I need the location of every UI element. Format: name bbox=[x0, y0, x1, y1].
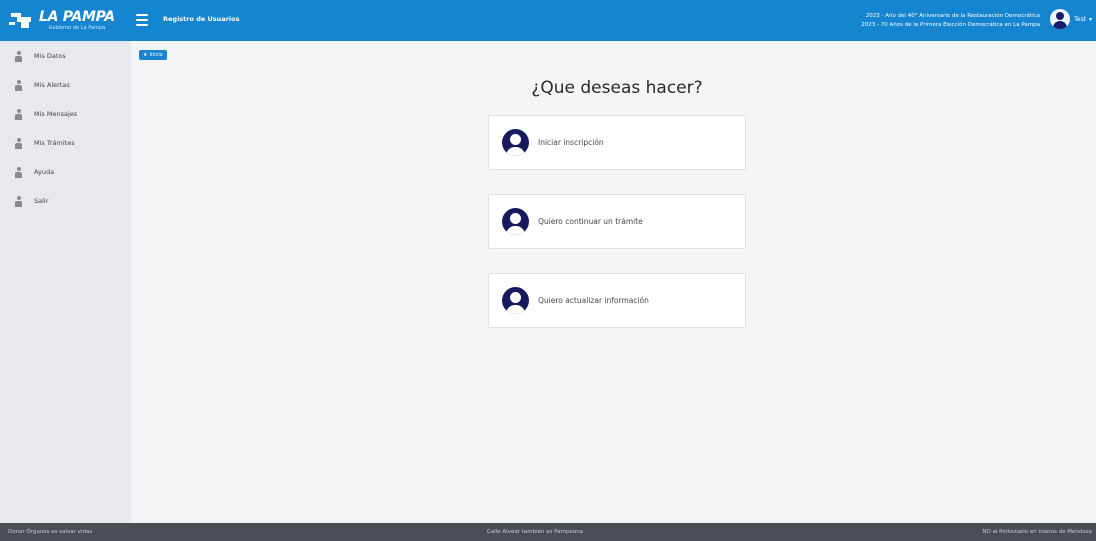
sidebar-item-label: Mis Mensajes bbox=[34, 110, 78, 118]
user-circle-icon bbox=[502, 129, 529, 156]
home-icon: ★ bbox=[143, 52, 148, 58]
sidebar-item-mis-mensajes[interactable]: Mis Mensajes bbox=[0, 104, 131, 124]
option-iniciar-inscripcion[interactable]: Iniciar inscripción bbox=[488, 115, 746, 170]
sidebar-item-label: Ayuda bbox=[34, 168, 55, 176]
sidebar: Mis Datos Mis Alertas Mis Mensajes Mis T… bbox=[0, 41, 131, 523]
avatar-icon bbox=[1050, 9, 1071, 29]
user-circle-icon bbox=[502, 287, 529, 314]
sidebar-item-salir[interactable]: Salir bbox=[0, 191, 131, 211]
user-icon bbox=[15, 137, 22, 149]
user-menu[interactable]: Test ▾ bbox=[1050, 9, 1092, 29]
user-icon bbox=[15, 50, 22, 62]
sidebar-item-mis-alertas[interactable]: Mis Alertas bbox=[0, 75, 131, 95]
chevron-down-icon: ▾ bbox=[1088, 15, 1092, 23]
la-pampa-logo-icon bbox=[9, 9, 35, 31]
sidebar-item-label: Salir bbox=[34, 197, 49, 205]
user-icon bbox=[15, 79, 22, 91]
user-icon bbox=[15, 108, 22, 120]
sidebar-item-label: Mis Trámites bbox=[34, 139, 75, 147]
logo-subtitle: Gobierno de La Pampa bbox=[48, 24, 106, 31]
option-label: Quiero actualizar información bbox=[538, 296, 649, 305]
breadcrumb-label: Inicio bbox=[149, 52, 163, 58]
hamburger-menu-icon[interactable] bbox=[136, 14, 148, 26]
sidebar-item-mis-datos[interactable]: Mis Datos bbox=[0, 46, 131, 66]
header-notices: 2023 - Año del 40° Aniversario de la Res… bbox=[861, 12, 1040, 30]
logo-title: LA PAMPA bbox=[39, 8, 115, 25]
header-notice-2: 2023 - 70 Años de la Primera Elección De… bbox=[861, 22, 1040, 28]
user-icon bbox=[15, 166, 22, 178]
page-title: ¿Que deseas hacer? bbox=[531, 78, 703, 98]
app-title: Registro de Usuarios bbox=[163, 15, 240, 23]
footer: Donar Órganos es salvar vidas Calle Alve… bbox=[0, 523, 1096, 541]
user-name: Test bbox=[1074, 15, 1086, 23]
footer-center-text: Calle Alvear también es Pampeana bbox=[487, 529, 584, 535]
footer-left-text: Donar Órganos es salvar vidas bbox=[8, 529, 93, 535]
header-notice-1: 2023 - Año del 40° Aniversario de la Res… bbox=[865, 13, 1040, 19]
sidebar-item-label: Mis Alertas bbox=[34, 81, 70, 89]
footer-right-text: NO al Portezuelo en manos de Mendoza bbox=[982, 529, 1092, 535]
option-continuar-tramite[interactable]: Quiero continuar un trámite bbox=[488, 194, 746, 249]
option-actualizar-informacion[interactable]: Quiero actualizar información bbox=[488, 273, 746, 328]
top-navbar: LA PAMPA Gobierno de La Pampa Registro d… bbox=[0, 0, 1096, 41]
sidebar-item-label: Mis Datos bbox=[34, 52, 66, 60]
user-circle-icon bbox=[502, 208, 529, 235]
sidebar-item-ayuda[interactable]: Ayuda bbox=[0, 162, 131, 182]
user-icon bbox=[15, 195, 22, 207]
breadcrumb-home[interactable]: ★ Inicio bbox=[139, 50, 167, 60]
la-pampa-logo[interactable]: LA PAMPA Gobierno de La Pampa bbox=[9, 4, 119, 36]
option-label: Iniciar inscripción bbox=[538, 138, 604, 147]
sidebar-item-mis-tramites[interactable]: Mis Trámites bbox=[0, 133, 131, 153]
option-label: Quiero continuar un trámite bbox=[538, 217, 643, 226]
